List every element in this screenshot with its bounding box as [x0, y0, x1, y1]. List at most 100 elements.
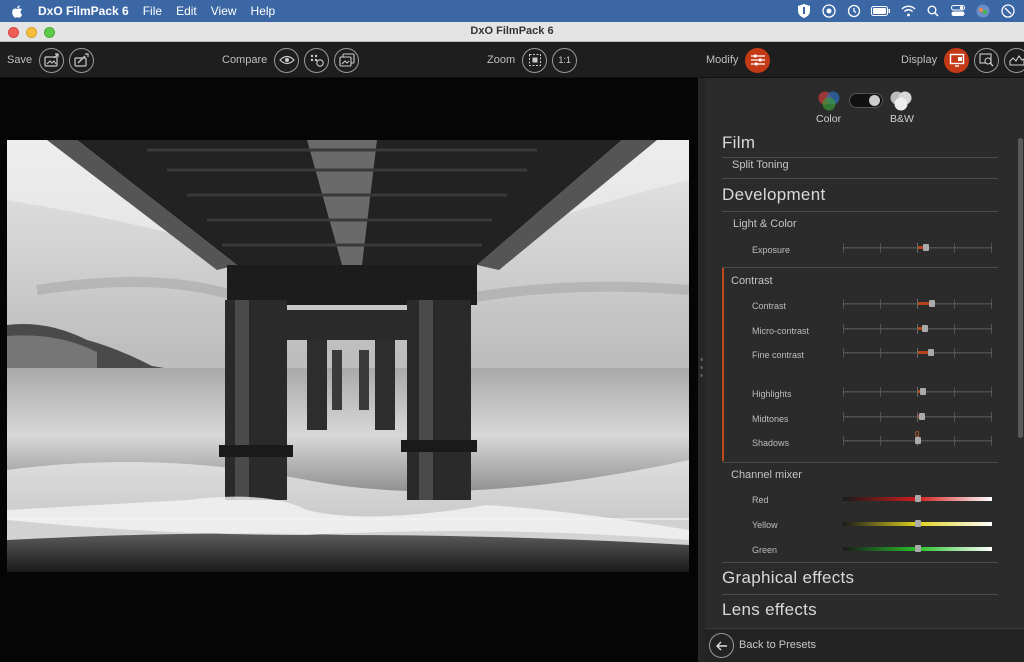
- timer-icon[interactable]: [821, 3, 837, 19]
- film-section-header[interactable]: Film: [722, 133, 755, 153]
- green-channel-label: Green: [752, 545, 777, 555]
- bw-mode-label[interactable]: B&W: [890, 113, 914, 125]
- active-section-indicator: [722, 268, 724, 461]
- wifi-icon[interactable]: [900, 3, 916, 19]
- settings-panel: Color B&W Film Split Toning Development …: [705, 78, 1024, 662]
- yellow-channel-slider[interactable]: [843, 519, 992, 529]
- export-to-application-button[interactable]: [69, 48, 94, 73]
- slider-thumb[interactable]: [929, 300, 935, 307]
- slider-thumb[interactable]: [923, 244, 929, 251]
- fine-contrast-label: Fine contrast: [752, 350, 804, 360]
- midtones-slider[interactable]: [843, 412, 992, 422]
- menu-edit[interactable]: Edit: [176, 4, 197, 18]
- export-app-icon: [74, 53, 90, 67]
- save-group: Save: [7, 47, 94, 73]
- zoom-label: Zoom: [487, 54, 515, 66]
- display-fullscreen-button[interactable]: [944, 48, 969, 73]
- highlights-label: Highlights: [752, 389, 792, 399]
- back-to-presets-label[interactable]: Back to Presets: [739, 639, 816, 651]
- slider-thumb[interactable]: [919, 413, 925, 420]
- mode-toggle[interactable]: [849, 93, 883, 108]
- modify-label: Modify: [706, 54, 738, 66]
- loupe-icon: [979, 53, 995, 67]
- histogram-icon: [1009, 54, 1024, 66]
- compare-label: Compare: [222, 54, 267, 66]
- light-color-header[interactable]: Light & Color: [733, 218, 797, 230]
- search-icon[interactable]: [925, 3, 941, 19]
- slider-thumb[interactable]: [920, 388, 926, 395]
- before-after-button[interactable]: [334, 48, 359, 73]
- contrast-header[interactable]: Contrast: [731, 275, 773, 287]
- shadows-value: 0: [915, 430, 919, 439]
- control-center-icon[interactable]: [950, 3, 966, 19]
- stacked-images-icon: [339, 53, 355, 67]
- menu-bar: DxO FilmPack 6 File Edit View Help: [0, 0, 1024, 22]
- bw-mode-icon[interactable]: [889, 90, 913, 112]
- sliders-icon: [750, 53, 766, 67]
- battery-icon[interactable]: [871, 3, 891, 19]
- image-viewer[interactable]: [0, 78, 698, 662]
- exposure-label: Exposure: [752, 245, 790, 255]
- fit-icon: [528, 53, 542, 67]
- compare-group: Compare: [222, 47, 359, 73]
- color-mode-icon[interactable]: [817, 90, 841, 112]
- color-mode-label[interactable]: Color: [816, 113, 841, 125]
- slider-thumb[interactable]: [915, 520, 921, 527]
- development-section-header[interactable]: Development: [722, 185, 825, 205]
- menu-view[interactable]: View: [211, 4, 237, 18]
- loupe-button[interactable]: [974, 48, 999, 73]
- lens-effects-header[interactable]: Lens effects: [722, 600, 817, 620]
- display-label: Display: [901, 54, 937, 66]
- side-by-side-button[interactable]: [304, 48, 329, 73]
- panel-resize-handle[interactable]: [698, 78, 705, 662]
- monitor-icon: [949, 53, 965, 67]
- window-title: DxO FilmPack 6: [0, 25, 1024, 37]
- display-group: Display: [901, 47, 1024, 73]
- channel-mixer-header[interactable]: Channel mixer: [731, 469, 802, 481]
- modify-button[interactable]: [745, 48, 770, 73]
- exposure-slider[interactable]: [843, 243, 992, 253]
- micro-contrast-slider[interactable]: [843, 324, 992, 334]
- window-titlebar: DxO FilmPack 6: [0, 22, 1024, 42]
- menu-file[interactable]: File: [143, 4, 162, 18]
- midtones-label: Midtones: [752, 414, 789, 424]
- yellow-channel-label: Yellow: [752, 520, 778, 530]
- red-channel-slider[interactable]: [843, 494, 992, 504]
- menu-help[interactable]: Help: [251, 4, 276, 18]
- slider-thumb[interactable]: [915, 545, 921, 552]
- contrast-slider[interactable]: [843, 299, 992, 309]
- export-image-icon: [44, 53, 60, 67]
- app-menu[interactable]: DxO FilmPack 6: [38, 4, 129, 18]
- save-label: Save: [7, 54, 32, 66]
- photo-preview: [7, 140, 689, 572]
- zoom-group: Zoom 1:1: [487, 47, 577, 73]
- micro-contrast-label: Micro-contrast: [752, 326, 809, 336]
- compare-button[interactable]: [274, 48, 299, 73]
- shield-icon[interactable]: [796, 3, 812, 19]
- slider-thumb[interactable]: [922, 325, 928, 332]
- histogram-button[interactable]: [1004, 48, 1024, 73]
- status-area: [796, 0, 1016, 22]
- slider-thumb[interactable]: [928, 349, 934, 356]
- time-machine-icon[interactable]: [846, 3, 862, 19]
- zoom-100-button[interactable]: 1:1: [552, 48, 577, 73]
- color-bw-switch: Color B&W: [705, 78, 1024, 128]
- user-icon[interactable]: [975, 3, 991, 19]
- back-to-presets-button[interactable]: [709, 633, 734, 658]
- slider-thumb[interactable]: [915, 495, 921, 502]
- modify-group: Modify: [706, 47, 770, 73]
- siri-icon[interactable]: [1000, 3, 1016, 19]
- eye-icon: [279, 55, 295, 65]
- fine-contrast-slider[interactable]: [843, 348, 992, 358]
- export-image-button[interactable]: [39, 48, 64, 73]
- fit-to-screen-button[interactable]: [522, 48, 547, 73]
- split-toning-header[interactable]: Split Toning: [732, 159, 789, 171]
- graphical-effects-header[interactable]: Graphical effects: [722, 568, 854, 588]
- panel-footer: Back to Presets: [705, 628, 1024, 662]
- green-channel-slider[interactable]: [843, 544, 992, 554]
- panel-scrollbar[interactable]: [1018, 138, 1023, 438]
- apple-icon[interactable]: [12, 5, 28, 18]
- highlights-slider[interactable]: [843, 387, 992, 397]
- shadows-label: Shadows: [752, 438, 789, 448]
- arrow-left-icon: [716, 641, 728, 651]
